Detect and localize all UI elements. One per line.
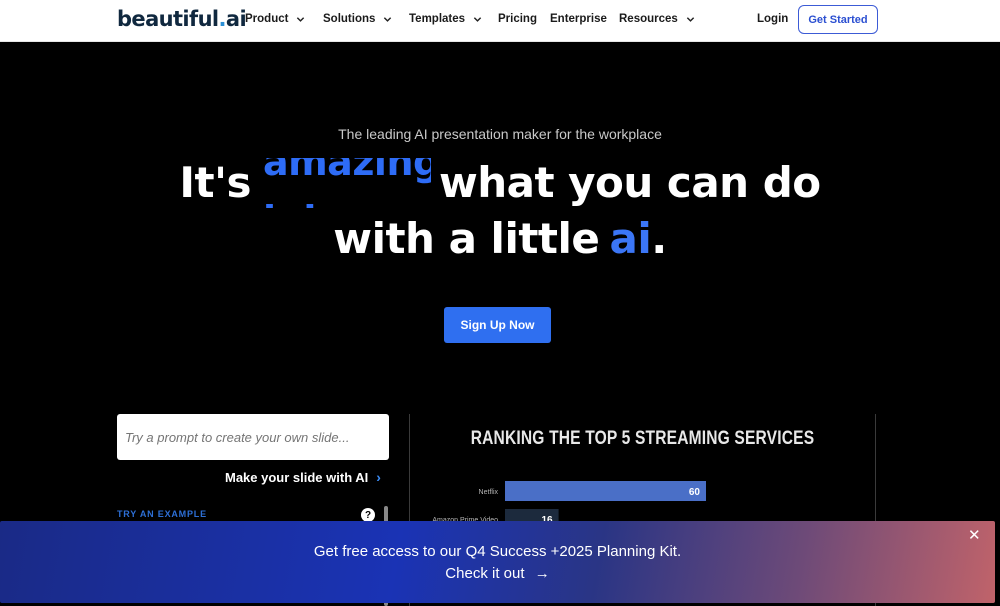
login-link[interactable]: Login	[757, 13, 788, 25]
hero-headline-line2: with a little ai.	[0, 214, 1000, 263]
chevron-down-icon	[384, 16, 392, 22]
hero-tagline: The leading AI presentation maker for th…	[338, 126, 662, 142]
headline-period: .	[651, 214, 667, 263]
chevron-down-icon	[297, 16, 305, 22]
make-slide-label: Make your slide with AI	[225, 469, 369, 485]
nav-solutions[interactable]: Solutions	[323, 13, 392, 25]
nav-pricing[interactable]: Pricing	[498, 13, 537, 25]
make-slide-with-ai-button[interactable]: Make your slide with AI ›	[225, 469, 381, 485]
chevron-down-icon	[686, 16, 694, 22]
nav-resources[interactable]: Resources	[619, 13, 695, 25]
headline-prefix: It's	[179, 158, 251, 207]
banner-link-label: Check it out	[445, 565, 525, 582]
rotating-word: amazing	[262, 158, 431, 184]
nav-templates[interactable]: Templates	[409, 13, 482, 25]
promo-banner: Get free access to our Q4 Success +2025 …	[0, 521, 995, 603]
rotating-word-next: i··i	[263, 198, 316, 208]
nav-pricing-label: Pricing	[498, 13, 537, 25]
nav-product[interactable]: Product	[245, 13, 305, 25]
arrow-right-icon: →	[534, 565, 550, 582]
logo[interactable]: beautiful.ai	[117, 7, 247, 31]
logo-dot: .	[218, 7, 227, 31]
banner-text: Get free access to our Q4 Success +2025 …	[313, 543, 682, 560]
headline-ai-highlight: ai	[609, 214, 652, 263]
close-icon[interactable]: ✕	[968, 526, 981, 544]
try-an-example-label: TRY AN EXAMPLE	[117, 509, 207, 519]
rotating-word-container: amazing i··i	[259, 158, 431, 208]
logo-text: beautiful	[117, 7, 219, 31]
bar-value-label: 60	[689, 487, 701, 498]
bar	[505, 481, 706, 501]
nav-product-label: Product	[245, 13, 289, 25]
nav-templates-label: Templates	[409, 13, 466, 25]
banner-check-it-out-link[interactable]: Check it out →	[0, 565, 995, 582]
nav-solutions-label: Solutions	[323, 13, 376, 25]
bar-category-label: Netflix	[479, 489, 499, 496]
help-icon[interactable]: ?	[361, 508, 375, 522]
chevron-right-icon: ›	[376, 469, 381, 485]
nav-resources-label: Resources	[619, 13, 678, 25]
headline-suffix: what you can do	[438, 158, 821, 207]
top-navbar: beautiful.ai Product Solutions Templates…	[0, 0, 1000, 42]
nav-enterprise[interactable]: Enterprise	[550, 13, 607, 25]
logo-suffix: ai	[225, 7, 247, 31]
chart-title: RANKING THE TOP 5 STREAMING SERVICES	[470, 428, 815, 449]
sign-up-now-button[interactable]: Sign Up Now	[444, 307, 551, 343]
slide-prompt-input[interactable]	[117, 414, 389, 460]
headline-line2-text: with a little	[333, 214, 600, 263]
chevron-down-icon	[473, 16, 482, 22]
get-started-button[interactable]: Get Started	[798, 5, 878, 34]
hero-headline-line1: It's amazing i··i what you can do	[0, 158, 1000, 208]
nav-enterprise-label: Enterprise	[550, 13, 607, 25]
